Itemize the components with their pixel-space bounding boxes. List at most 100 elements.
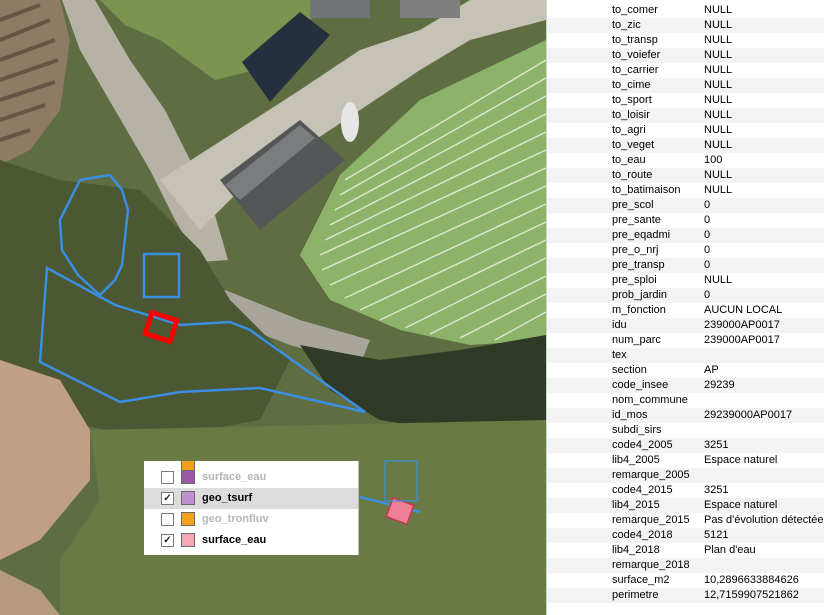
layer-checkbox[interactable] bbox=[161, 471, 174, 484]
attribute-value: Espace naturel bbox=[704, 454, 778, 466]
layers-panel: surface_eau ✓ geo_tsurf geo_tronfluv ✓ s… bbox=[144, 461, 359, 555]
attribute-row[interactable]: pre_o_nrj 0 bbox=[547, 243, 824, 258]
attribute-row[interactable]: idu 239000AP0017 bbox=[547, 318, 824, 333]
map-canvas[interactable]: surface_eau ✓ geo_tsurf geo_tronfluv ✓ s… bbox=[0, 0, 546, 615]
attribute-name: pre_o_nrj bbox=[612, 244, 659, 256]
attribute-row[interactable]: remarque_2005 bbox=[547, 468, 824, 483]
attribute-row[interactable]: pre_sploi NULL bbox=[547, 273, 824, 288]
attribute-value: NULL bbox=[704, 19, 733, 31]
attribute-row[interactable]: lib4_2018 Plan d'eau bbox=[547, 543, 824, 558]
attribute-row[interactable]: num_parc 239000AP0017 bbox=[547, 333, 824, 348]
layer-row[interactable]: geo_tronfluv bbox=[144, 509, 358, 530]
attribute-value: Plan d'eau bbox=[704, 544, 756, 556]
attribute-row[interactable]: to_comer NULL bbox=[547, 3, 824, 18]
attribute-value: NULL bbox=[704, 124, 733, 136]
attribute-row[interactable]: section AP bbox=[547, 363, 824, 378]
layer-swatch bbox=[181, 533, 195, 547]
attribute-row[interactable]: to_loisir NULL bbox=[547, 108, 824, 123]
attribute-value: NULL bbox=[704, 94, 733, 106]
layer-label: geo_tsurf bbox=[202, 492, 253, 504]
attribute-row[interactable]: id_mos 29239000AP0017 bbox=[547, 408, 824, 423]
layer-checkbox[interactable]: ✓ bbox=[161, 492, 174, 505]
attribute-row[interactable]: nom_commune bbox=[547, 393, 824, 408]
attribute-row[interactable]: perimetre 12,7159907521862 bbox=[547, 588, 824, 603]
layer-label: surface_eau bbox=[202, 534, 267, 546]
attribute-name: m_fonction bbox=[612, 304, 666, 316]
attribute-name: to_route bbox=[612, 169, 653, 181]
attribute-value: Espace naturel bbox=[704, 499, 778, 511]
attribute-row[interactable]: to_transp NULL bbox=[547, 33, 824, 48]
attribute-row[interactable]: code_insee 29239 bbox=[547, 378, 824, 393]
attribute-row[interactable]: code4_2005 3251 bbox=[547, 438, 824, 453]
attribute-name: lib4_2015 bbox=[612, 499, 660, 511]
attribute-row[interactable]: code4_2015 3251 bbox=[547, 483, 824, 498]
attribute-name: remarque_2018 bbox=[612, 559, 690, 571]
layer-row-partial bbox=[144, 461, 358, 471]
attribute-value: AUCUN LOCAL bbox=[704, 304, 783, 316]
attribute-row[interactable]: remarque_2015 Pas d'évolution détectée bbox=[547, 513, 824, 528]
attribute-name: pre_sploi bbox=[612, 274, 657, 286]
attribute-row[interactable]: to_eau 100 bbox=[547, 153, 824, 168]
attribute-row[interactable]: lib4_2005 Espace naturel bbox=[547, 453, 824, 468]
attribute-value: AP bbox=[704, 364, 719, 376]
attribute-value: NULL bbox=[704, 49, 733, 61]
attribute-name: to_veget bbox=[612, 139, 655, 151]
attribute-name: to_cime bbox=[612, 79, 651, 91]
attribute-row[interactable]: pre_sante 0 bbox=[547, 213, 824, 228]
attribute-value: 239000AP0017 bbox=[704, 334, 780, 346]
attribute-value: 3251 bbox=[704, 484, 729, 496]
attribute-value: 29239000AP0017 bbox=[704, 409, 793, 421]
attribute-value: 0 bbox=[704, 214, 711, 226]
attribute-value: NULL bbox=[704, 184, 733, 196]
attribute-value: NULL bbox=[704, 139, 733, 151]
attribute-row[interactable]: to_zic NULL bbox=[547, 18, 824, 33]
attribute-value: NULL bbox=[704, 4, 733, 16]
attribute-value: 0 bbox=[704, 259, 711, 271]
attribute-name: lib4_2018 bbox=[612, 544, 660, 556]
attribute-row[interactable]: to_carrier NULL bbox=[547, 63, 824, 78]
attribute-value: NULL bbox=[704, 79, 733, 91]
attribute-row[interactable]: m_fonction AUCUN LOCAL bbox=[547, 303, 824, 318]
attribute-row[interactable]: subdi_sirs bbox=[547, 423, 824, 438]
attribute-name: to_sport bbox=[612, 94, 652, 106]
attribute-name: nom_commune bbox=[612, 394, 688, 406]
attribute-row[interactable]: pre_scol 0 bbox=[547, 198, 824, 213]
attribute-name: code4_2018 bbox=[612, 529, 673, 541]
attribute-name: idu bbox=[612, 319, 627, 331]
attribute-row[interactable]: to_cime NULL bbox=[547, 78, 824, 93]
attribute-value: 100 bbox=[704, 154, 723, 166]
attribute-value: Pas d'évolution détectée bbox=[704, 514, 824, 526]
layer-row[interactable]: ✓ surface_eau bbox=[144, 530, 358, 551]
attribute-row[interactable]: to_batimaison NULL bbox=[547, 183, 824, 198]
attribute-name: pre_sante bbox=[612, 214, 661, 226]
layer-swatch bbox=[181, 512, 195, 526]
attribute-value: NULL bbox=[704, 109, 733, 121]
layer-swatch bbox=[181, 491, 195, 505]
attribute-row[interactable]: to_agri NULL bbox=[547, 123, 824, 138]
layer-row-selected[interactable]: ✓ geo_tsurf bbox=[144, 488, 358, 509]
layer-checkbox[interactable]: ✓ bbox=[161, 534, 174, 547]
attribute-value: NULL bbox=[704, 169, 733, 181]
attribute-row[interactable]: prob_jardin 0 bbox=[547, 288, 824, 303]
attribute-row[interactable]: remarque_2018 bbox=[547, 558, 824, 573]
attribute-row[interactable]: pre_eqadmi 0 bbox=[547, 228, 824, 243]
attribute-row[interactable]: to_route NULL bbox=[547, 168, 824, 183]
attribute-row[interactable]: tex bbox=[547, 348, 824, 363]
attribute-value: NULL bbox=[704, 34, 733, 46]
attribute-row[interactable]: lib4_2015 Espace naturel bbox=[547, 498, 824, 513]
layer-row[interactable]: surface_eau bbox=[144, 467, 358, 488]
attribute-name: pre_transp bbox=[612, 259, 665, 271]
attribute-row[interactable]: surface_m2 10,2896633884626 bbox=[547, 573, 824, 588]
attribute-row[interactable]: to_sport NULL bbox=[547, 93, 824, 108]
attribute-value: NULL bbox=[704, 274, 733, 286]
attribute-row[interactable]: code4_2018 5121 bbox=[547, 528, 824, 543]
attribute-row[interactable]: pre_transp 0 bbox=[547, 258, 824, 273]
attribute-name: remarque_2015 bbox=[612, 514, 690, 526]
attribute-name: to_agri bbox=[612, 124, 646, 136]
attribute-row[interactable]: to_voiefer NULL bbox=[547, 48, 824, 63]
layer-checkbox[interactable] bbox=[161, 513, 174, 526]
attribute-name: to_comer bbox=[612, 4, 658, 16]
attribute-value: 3251 bbox=[704, 439, 729, 451]
attribute-value: 0 bbox=[704, 229, 711, 241]
attribute-row[interactable]: to_veget NULL bbox=[547, 138, 824, 153]
